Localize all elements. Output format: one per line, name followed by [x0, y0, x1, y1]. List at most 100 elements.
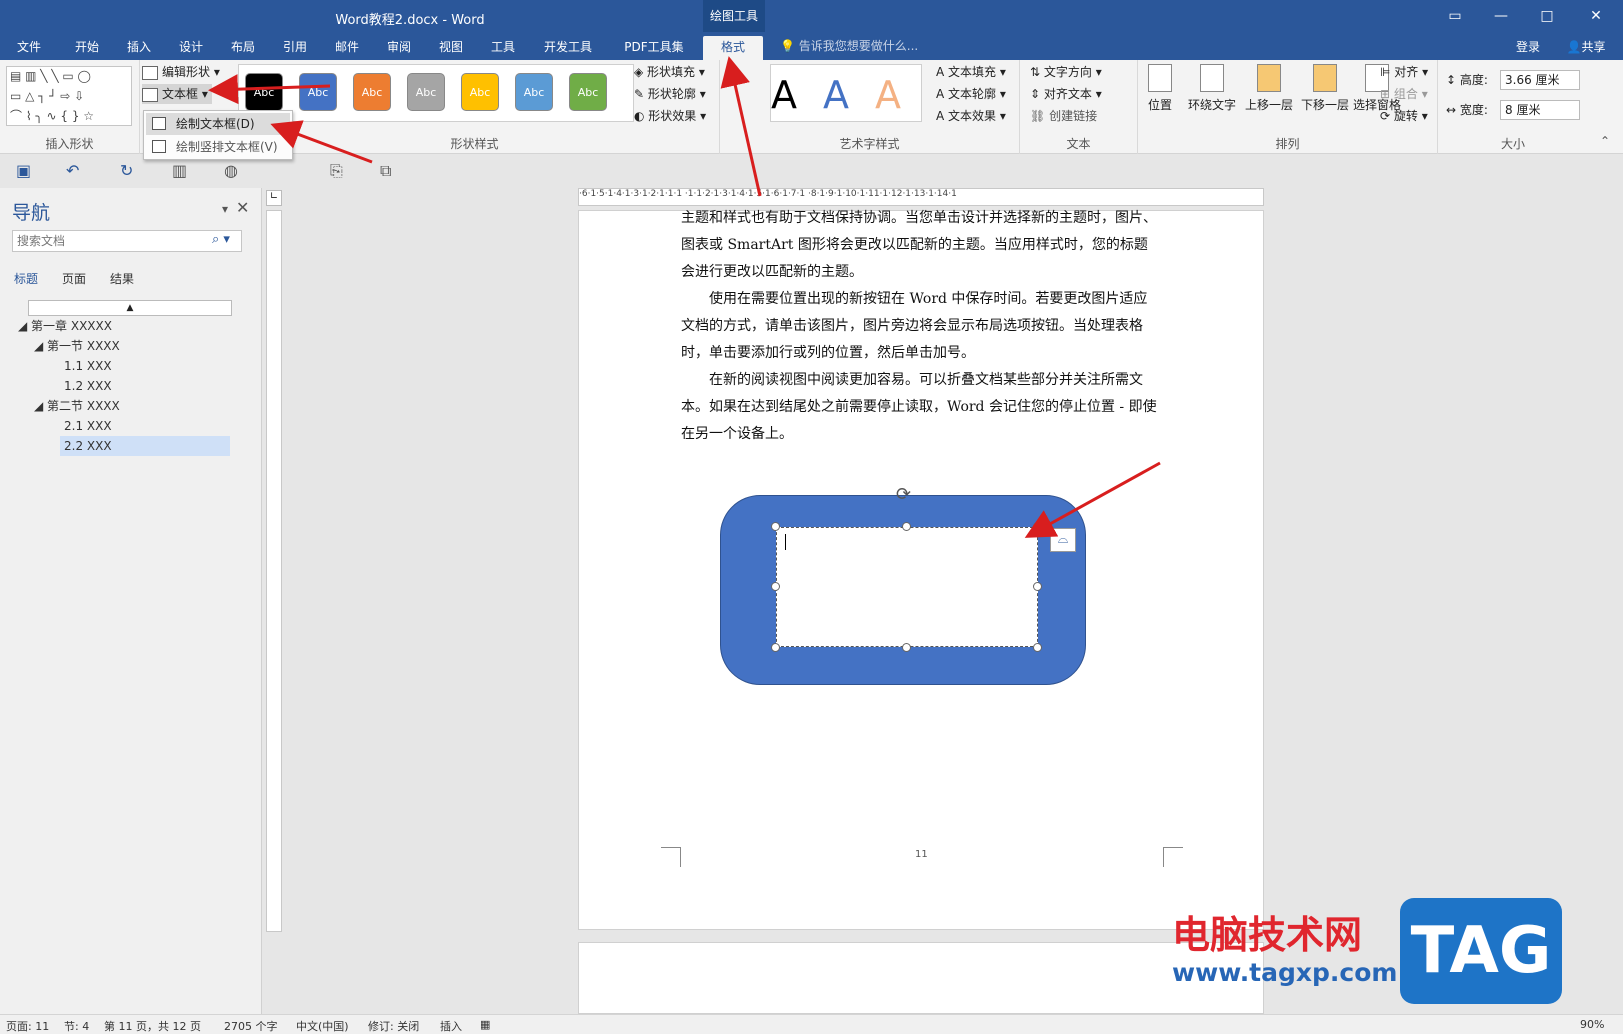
close-button[interactable]: ✕	[1573, 0, 1619, 32]
style-swatch-gray[interactable]: Abc	[407, 73, 445, 111]
tab-design[interactable]: 设计	[176, 36, 206, 60]
minimize-button[interactable]: —	[1478, 0, 1524, 32]
height-input[interactable]: 3.66 厘米	[1500, 70, 1580, 90]
textbox-button[interactable]: 文本框 ▾	[142, 84, 212, 104]
layout-options-icon[interactable]: ⌓	[1050, 528, 1076, 552]
text-fill-button[interactable]: A 文本填充 ▾	[936, 62, 1006, 82]
shape-effect-button[interactable]: ◐ 形状效果 ▾	[634, 106, 706, 126]
send-backward-button[interactable]: 下移一层	[1298, 64, 1352, 113]
status-zoom[interactable]: 90%	[1580, 1018, 1604, 1031]
nav-close-icon[interactable]: ✕	[236, 198, 249, 217]
resize-handle[interactable]	[1033, 643, 1042, 652]
align-button[interactable]: ⊫ 对齐 ▾	[1380, 62, 1428, 82]
tree-item[interactable]: ◢ 第二节 XXXX	[34, 396, 120, 416]
collapse-ribbon-icon[interactable]: ⌃	[1600, 134, 1610, 148]
align-text-button[interactable]: ⇕ 对齐文本 ▾	[1030, 84, 1102, 104]
attach-icon[interactable]: ⎘	[330, 161, 343, 181]
shape-gallery[interactable]: ▤ ▥ ╲ ╲ ▭ ◯ ▭ △ ┐ ┘ ⇨ ⇩ ⌒ ⌇ ╮ ∿ { } ☆	[6, 66, 132, 126]
bring-forward-button[interactable]: 上移一层	[1242, 64, 1296, 113]
expand-arrow-icon[interactable]: ◢	[18, 319, 31, 333]
tree-item[interactable]: 2.1 XXX	[64, 416, 112, 436]
status-track-changes[interactable]: 修订: 关闭	[368, 1018, 419, 1034]
wordart-orange[interactable]: A	[875, 73, 901, 117]
shape-outline-button[interactable]: ✎ 形状轮廓 ▾	[634, 84, 706, 104]
web-layout-icon[interactable]: ◍	[224, 161, 238, 180]
resize-handle[interactable]	[1033, 582, 1042, 591]
undo-icon[interactable]: ↶	[66, 161, 79, 180]
paragraph[interactable]: 主题和样式也有助于文档保持协调。当您单击设计并选择新的主题时，图片、图表或 Sm…	[681, 205, 1159, 286]
expand-arrow-icon[interactable]: ◢	[34, 339, 47, 353]
ribbon-display-icon[interactable]: ▭	[1432, 0, 1478, 32]
read-mode-icon[interactable]: ▥	[172, 161, 187, 180]
position-button[interactable]: 位置	[1140, 64, 1180, 113]
status-page-of[interactable]: 第 11 页，共 12 页	[104, 1018, 201, 1034]
width-input[interactable]: 8 厘米	[1500, 100, 1580, 120]
expand-arrow-icon[interactable]: ◢	[34, 399, 47, 413]
style-swatch-gold[interactable]: Abc	[461, 73, 499, 111]
status-language[interactable]: 中文(中国)	[296, 1018, 349, 1034]
share-button[interactable]: 👤共享	[1556, 36, 1616, 60]
wordart-black[interactable]: A	[771, 73, 797, 117]
search-icon[interactable]: ⌕ ▾	[212, 232, 230, 247]
rotate-handle-icon[interactable]: ⟳	[896, 484, 911, 505]
tab-tools[interactable]: 工具	[488, 36, 518, 60]
nav-tab-headings[interactable]: 标题	[14, 270, 38, 287]
edit-shape-button[interactable]: 编辑形状 ▾	[142, 62, 220, 82]
tab-file[interactable]: 文件	[14, 36, 44, 60]
tab-mailings[interactable]: 邮件	[332, 36, 362, 60]
nav-tab-pages[interactable]: 页面	[62, 270, 86, 287]
shape-basic-icon[interactable]: ▭ △ ┐ ┘ ⇨ ⇩	[10, 89, 84, 103]
text-outline-button[interactable]: A 文本轮廓 ▾	[936, 84, 1006, 104]
group-objects-button[interactable]: ⊞ 组合 ▾	[1380, 84, 1428, 104]
window-icon[interactable]: ⧉	[380, 161, 391, 181]
tab-format[interactable]: 格式	[703, 36, 763, 60]
resize-handle[interactable]	[902, 643, 911, 652]
style-swatch-green[interactable]: Abc	[569, 73, 607, 111]
horizontal-ruler[interactable]: ·6·1·5·1·4·1·3·1·2·1·1·1 ·1·1·2·1·3·1·4·…	[578, 188, 1264, 206]
tree-item-selected[interactable]: 2.2 XXX	[60, 436, 230, 456]
menu-draw-textbox[interactable]: 绘制文本框(D)	[146, 113, 290, 135]
collapse-all-icon[interactable]: ▲	[28, 300, 232, 316]
tree-item[interactable]: 1.1 XXX	[64, 356, 112, 376]
resize-handle[interactable]	[902, 522, 911, 531]
create-link-button[interactable]: ⛓ 创建链接	[1030, 106, 1097, 126]
textbox[interactable]	[776, 527, 1038, 647]
maximize-button[interactable]: □	[1524, 0, 1570, 32]
tab-home[interactable]: 开始	[72, 36, 102, 60]
status-section[interactable]: 节: 4	[64, 1018, 89, 1034]
paragraph[interactable]: 在新的阅读视图中阅读更加容易。可以折叠文档某些部分并关注所需文本。如果在达到结尾…	[681, 367, 1159, 448]
wordart-blue[interactable]: A	[823, 73, 849, 117]
shape-textbox-icon[interactable]: ▤ ▥ ╲ ╲ ▭ ◯	[10, 69, 91, 83]
status-words[interactable]: 2705 个字	[224, 1018, 278, 1034]
tab-selector[interactable]: ∟	[266, 190, 282, 206]
status-insert-mode[interactable]: 插入	[440, 1018, 462, 1034]
tree-item[interactable]: ◢ 第一节 XXXX	[34, 336, 120, 356]
vertical-ruler[interactable]	[266, 210, 282, 932]
menu-draw-vertical-textbox[interactable]: 绘制竖排文本框(V)	[146, 136, 290, 158]
nav-options-icon[interactable]: ▾	[222, 202, 228, 216]
shape-lines-icon[interactable]: ⌒ ⌇ ╮ ∿ { } ☆	[10, 109, 94, 123]
nav-search-input[interactable]: 搜索文档	[12, 230, 242, 252]
redo-icon[interactable]: ↻	[120, 161, 133, 180]
tab-pdf-tools[interactable]: PDF工具集	[618, 36, 690, 60]
tab-references[interactable]: 引用	[280, 36, 310, 60]
resize-handle[interactable]	[771, 522, 780, 531]
macro-icon[interactable]: ▦	[480, 1018, 490, 1031]
tree-item[interactable]: 1.2 XXX	[64, 376, 112, 396]
shape-fill-button[interactable]: ◈ 形状填充 ▾	[634, 62, 705, 82]
tell-me-search[interactable]: 💡 告诉我您想要做什么...	[780, 37, 918, 54]
tab-insert[interactable]: 插入	[124, 36, 154, 60]
style-swatch-black[interactable]: Abc	[245, 73, 283, 111]
resize-handle[interactable]	[771, 643, 780, 652]
style-swatch-orange[interactable]: Abc	[353, 73, 391, 111]
wrap-text-button[interactable]: 环绕文字	[1184, 64, 1240, 113]
style-swatch-blue[interactable]: Abc	[299, 73, 337, 111]
tab-developer[interactable]: 开发工具	[540, 36, 596, 60]
text-effect-button[interactable]: A 文本效果 ▾	[936, 106, 1006, 126]
status-page[interactable]: 页面: 11	[6, 1018, 49, 1034]
resize-handle[interactable]	[771, 582, 780, 591]
tab-view[interactable]: 视图	[436, 36, 466, 60]
nav-tab-results[interactable]: 结果	[110, 270, 134, 287]
tab-layout[interactable]: 布局	[228, 36, 258, 60]
save-icon[interactable]: ▣	[16, 161, 31, 180]
